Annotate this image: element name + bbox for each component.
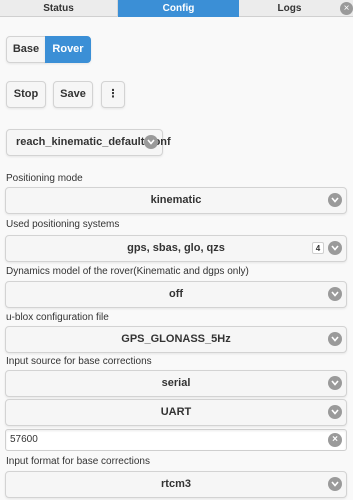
chevron-down-icon xyxy=(328,287,342,301)
input-format-value: rtcm3 xyxy=(161,478,191,490)
selected-count-badge: 4 xyxy=(312,242,324,254)
positioning-systems-select[interactable]: gps, sbas, glo, qzs 4 xyxy=(5,235,347,262)
input-format-select[interactable]: rtcm3 xyxy=(5,471,347,498)
input-port-value: UART xyxy=(160,406,192,418)
chevron-down-icon xyxy=(328,376,342,390)
save-button[interactable]: Save xyxy=(53,81,93,108)
base-button[interactable]: Base xyxy=(6,36,46,63)
positioning-mode-value: kinematic xyxy=(150,194,202,206)
positioning-mode-select[interactable]: kinematic xyxy=(5,187,347,214)
more-options-button[interactable]: ⋮ xyxy=(101,81,125,108)
baud-rate-input[interactable]: 57600 × xyxy=(5,429,347,451)
ublox-select[interactable]: GPS_GLONASS_5Hz xyxy=(5,326,347,353)
close-icon[interactable]: × xyxy=(340,2,353,15)
tab-status[interactable]: Status xyxy=(0,0,118,17)
ublox-label: u-blox configuration file xyxy=(6,312,109,323)
dynamics-label: Dynamics model of the rover(Kinematic an… xyxy=(6,266,249,277)
config-file-value: reach_kinematic_default.conf xyxy=(16,136,171,148)
ublox-value: GPS_GLONASS_5Hz xyxy=(121,333,231,345)
rover-button[interactable]: Rover xyxy=(45,36,91,63)
positioning-mode-label: Positioning mode xyxy=(6,173,83,184)
input-source-value: serial xyxy=(161,377,191,389)
chevron-down-icon xyxy=(328,241,342,255)
clear-icon[interactable]: × xyxy=(328,433,342,447)
baud-rate-value: 57600 xyxy=(10,434,38,445)
chevron-down-icon xyxy=(328,477,342,491)
input-source-label: Input source for base corrections xyxy=(6,356,152,367)
chevron-down-icon xyxy=(328,405,342,419)
positioning-systems-value: gps, sbas, glo, qzs xyxy=(127,242,225,254)
tab-config[interactable]: Config xyxy=(118,0,239,17)
tab-logs[interactable]: Logs xyxy=(239,0,340,17)
input-port-select[interactable]: UART xyxy=(5,399,347,426)
input-source-select[interactable]: serial xyxy=(5,370,347,397)
config-file-select[interactable]: reach_kinematic_default.conf xyxy=(6,129,171,156)
chevron-down-icon xyxy=(144,135,158,149)
dynamics-value: off xyxy=(168,288,184,300)
input-format-label: Input format for base corrections xyxy=(6,456,150,467)
chevron-down-icon xyxy=(328,332,342,346)
positioning-systems-label: Used positioning systems xyxy=(6,219,120,230)
dynamics-select[interactable]: off xyxy=(5,281,347,308)
stop-button[interactable]: Stop xyxy=(6,81,46,108)
chevron-down-icon xyxy=(328,193,342,207)
